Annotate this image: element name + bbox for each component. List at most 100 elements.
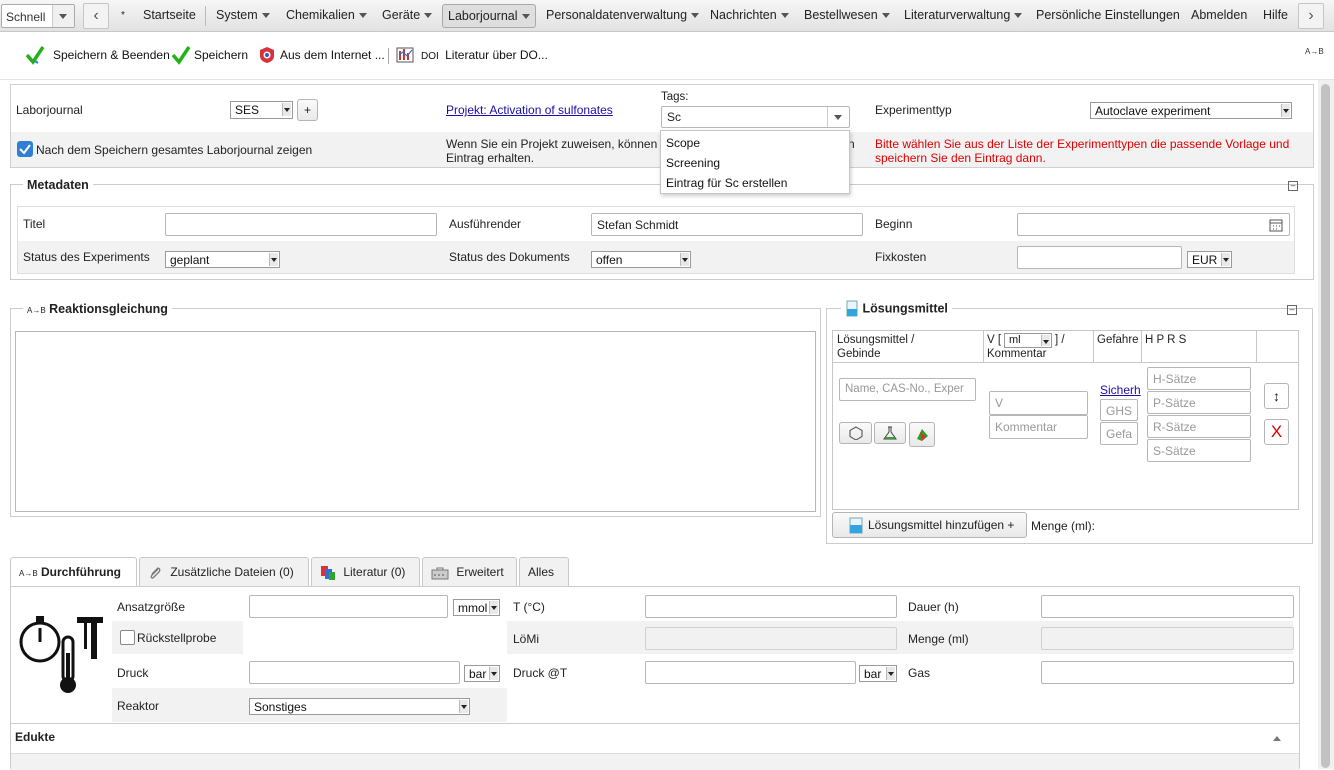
temperatur-input[interactable] (645, 595, 897, 618)
currency-select[interactable]: EUR (1187, 251, 1232, 268)
fixkosten-input[interactable] (1017, 246, 1182, 269)
h-saetze-input[interactable]: H-Sätze (1147, 367, 1251, 390)
ansatzgroesse-label: Ansatzgröße (117, 600, 186, 614)
show-journal-checkbox[interactable] (17, 141, 33, 157)
volume-unit-select[interactable]: ml (1004, 333, 1052, 348)
nav-item-hilfe[interactable]: Hilfe (1260, 4, 1291, 28)
chevron-up-icon[interactable] (1273, 736, 1281, 741)
quick-select[interactable]: Schnell (1, 4, 75, 28)
chevron-down-icon (269, 253, 278, 266)
chevron-down-icon (489, 601, 498, 614)
collapse-icon[interactable]: – (1288, 181, 1298, 191)
nav-item-literaturverwaltung[interactable]: Literaturverwaltung (901, 4, 1025, 28)
save-close-label: Speichern & Beenden (53, 48, 170, 62)
dauer-input[interactable] (1041, 595, 1294, 618)
nav-scroll-left-button[interactable]: ‹ (83, 3, 109, 29)
druck-unit-select[interactable]: bar (464, 665, 500, 682)
add-laborjournal-button[interactable]: + (297, 99, 318, 121)
save-button[interactable]: Speichern (171, 46, 248, 65)
structure-button[interactable] (839, 422, 872, 444)
beginn-input[interactable] (1017, 213, 1290, 236)
tags-input[interactable]: Sc (661, 106, 850, 128)
nav-scroll-right-button[interactable]: › (1298, 3, 1324, 29)
shield-icon (260, 47, 274, 63)
nav-item-einstellungen[interactable]: Persönliche Einstellungen (1033, 4, 1183, 28)
nav-item-system[interactable]: System (213, 4, 273, 28)
delete-icon[interactable]: X (1264, 419, 1289, 445)
internet-import-button[interactable]: Aus dem Internet ... (258, 47, 385, 63)
col-volume-pre: V [ (987, 334, 1002, 346)
page-scrollbar[interactable] (1318, 80, 1334, 769)
chevron-down-icon (489, 667, 498, 680)
doi-literature-label: Literatur über DO... (445, 48, 548, 62)
chevron-down-icon (459, 700, 468, 713)
rueckstellprobe-checkbox[interactable] (120, 630, 135, 645)
status-experiment-select[interactable]: geplant (165, 251, 280, 268)
reaction-arrow-icon[interactable]: A→B (1305, 47, 1324, 56)
gefahrenstoff-input[interactable]: Gefa (1100, 422, 1138, 445)
tab-alles[interactable]: Alles (519, 557, 569, 586)
kommentar-input[interactable]: Kommentar (989, 415, 1088, 439)
reaktor-select[interactable]: Sonstiges (249, 698, 470, 715)
solvent-name-input[interactable]: Name, CAS-No., Exper (839, 378, 976, 401)
experimenttyp-select[interactable]: Autoclave experiment (1090, 102, 1292, 119)
beaker-icon (846, 300, 858, 317)
save-close-button[interactable]: Speichern & Beenden (25, 46, 170, 65)
druck-t-unit-select[interactable]: bar (859, 665, 897, 682)
titel-input[interactable] (165, 213, 437, 236)
reaktionsgleichung-legend: A→B Reaktionsgleichung (23, 302, 172, 316)
loesungsmittel-fieldset: Lösungsmittel – Lösungsmittel / Gebinde … (826, 300, 1313, 544)
volume-input[interactable]: V (989, 391, 1088, 415)
nav-star[interactable]: * (118, 4, 128, 28)
project-link[interactable]: Projekt: Activation of sulfonates (446, 103, 613, 117)
p-saetze-input[interactable]: P-Sätze (1147, 391, 1251, 414)
add-solvent-button[interactable]: Lösungsmittel hinzufügen + (832, 512, 1027, 538)
nav-item-geraete[interactable]: Geräte (379, 4, 435, 28)
tab-literatur[interactable]: Literatur (0) (311, 557, 420, 586)
chevron-down-icon[interactable] (52, 5, 74, 27)
reaction-editor-canvas[interactable] (15, 331, 816, 512)
gas-input[interactable] (1041, 661, 1294, 684)
druck-t-input[interactable] (645, 661, 856, 684)
dauer-label: Dauer (h) (908, 600, 959, 614)
sort-arrow-icon[interactable]: ↕ (1264, 383, 1289, 409)
ansatz-unit-select[interactable]: mmol (453, 599, 500, 616)
doi-literature-button[interactable]: DOI Literatur über DO... (396, 47, 548, 63)
tab-durchfuehrung[interactable]: A→B Durchführung (10, 557, 137, 587)
paperclip-icon (150, 567, 161, 579)
collapse-icon[interactable]: – (1287, 305, 1297, 315)
tab-zusaetzliche-dateien[interactable]: Zusätzliche Dateien (0) (139, 557, 309, 586)
tag-option-scope[interactable]: Scope (666, 136, 700, 150)
inventory-button[interactable] (909, 422, 935, 447)
chevron-down-icon[interactable] (827, 107, 849, 127)
edukte-header[interactable]: Edukte (11, 723, 1299, 753)
nav-item-personaldatenverwaltung[interactable]: Personaldatenverwaltung (543, 4, 702, 28)
tab-erweitert[interactable]: Erweitert (422, 557, 517, 586)
druck-unit-value: bar (469, 667, 487, 681)
laborjournal-select[interactable]: SES (230, 101, 293, 119)
status-dokument-label: Status des Dokuments (449, 250, 570, 264)
r-saetze-input[interactable]: R-Sätze (1147, 415, 1251, 438)
flask-button[interactable] (874, 422, 906, 444)
empty-cell (243, 621, 507, 654)
calendar-icon[interactable] (1269, 218, 1283, 232)
chevron-down-icon (261, 13, 270, 19)
chevron-down-icon (1221, 253, 1230, 266)
nav-item-nachrichten[interactable]: Nachrichten (707, 4, 792, 28)
status-dokument-select[interactable]: offen (591, 251, 691, 268)
nav-item-chemikalien[interactable]: Chemikalien (283, 4, 370, 28)
nav-item-bestellwesen[interactable]: Bestellwesen (801, 4, 893, 28)
loesungsmittel-legend: Lösungsmittel (841, 300, 952, 318)
sicherheit-link[interactable]: Sicherh (1100, 383, 1141, 397)
s-saetze-input[interactable]: S-Sätze (1147, 439, 1251, 462)
nav-item-startseite[interactable]: Startseite (140, 4, 199, 28)
tag-option-create[interactable]: Eintrag für Sc erstellen (666, 176, 787, 190)
scrollbar-thumb[interactable] (1321, 84, 1330, 768)
ansatzgroesse-input[interactable] (249, 595, 448, 618)
ausfuehrender-input[interactable]: Stefan Schmidt (591, 213, 863, 236)
nav-item-abmelden[interactable]: Abmelden (1188, 4, 1250, 28)
nav-item-laborjournal[interactable]: Laborjournal (442, 4, 536, 28)
druck-input[interactable] (249, 661, 460, 684)
tag-option-screening[interactable]: Screening (666, 156, 720, 170)
ghs-input[interactable]: GHS (1100, 399, 1138, 421)
